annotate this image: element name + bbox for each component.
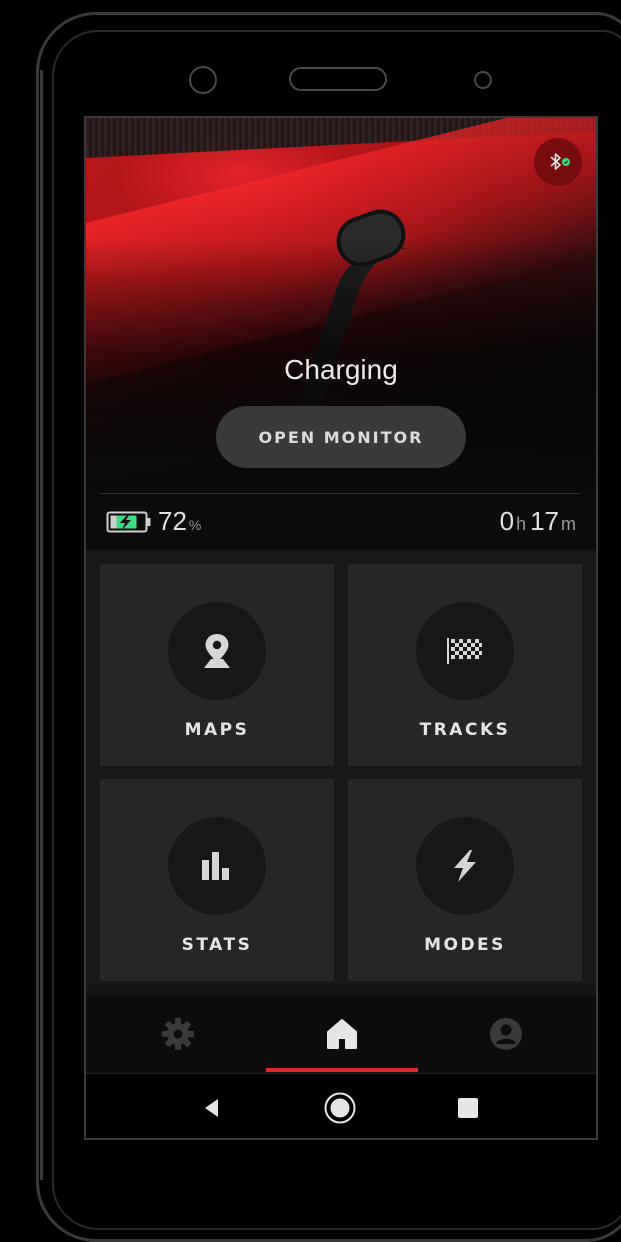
bar-chart-icon [202, 852, 229, 880]
tracks-icon-circle [416, 602, 514, 700]
tracks-tile[interactable]: TRACKS [348, 564, 582, 766]
checkered-flag-icon [447, 638, 482, 664]
modes-label: MODES [424, 935, 506, 955]
battery-percent-unit: % [188, 517, 202, 533]
nav-profile[interactable] [486, 1014, 526, 1054]
earpiece-speaker [289, 67, 387, 91]
system-back-button[interactable] [194, 1090, 230, 1126]
gear-icon [162, 1018, 194, 1050]
modes-tile[interactable]: MODES [348, 779, 582, 981]
stats-icon-circle [168, 817, 266, 915]
proximity-sensor [474, 71, 492, 89]
time-minutes-value: 17 [530, 506, 559, 536]
stats-label: STATS [181, 935, 253, 955]
map-pin-icon [204, 634, 230, 668]
maps-label: MAPS [184, 720, 250, 740]
nav-home[interactable] [322, 1014, 362, 1054]
maps-tile[interactable]: MAPS [100, 564, 334, 766]
app-screen: Charging OPEN MONITOR 72% 0 h 17 m MAPS … [84, 116, 598, 1140]
battery-status-row: 72% 0 h 17 m [86, 498, 596, 550]
bluetooth-status-badge[interactable] [534, 138, 582, 186]
home-icon [327, 1019, 357, 1049]
battery-percentage: 72% [158, 506, 201, 537]
back-triangle-icon [205, 1099, 218, 1117]
stats-tile[interactable]: STATS [100, 779, 334, 981]
time-minutes-unit: m [561, 514, 576, 534]
charging-status-title: Charging [284, 354, 398, 385]
phone-side-rail [40, 70, 46, 1180]
nav-active-indicator [266, 1068, 418, 1072]
feature-grid: MAPS TRACKS STATS MODES [86, 550, 596, 990]
nav-settings[interactable] [158, 1014, 198, 1054]
lightning-icon [454, 850, 476, 882]
front-camera [189, 66, 217, 94]
recent-square-icon [458, 1098, 478, 1118]
profile-icon [490, 1018, 522, 1050]
system-recents-button[interactable] [450, 1090, 486, 1126]
time-hours-unit: h [516, 514, 527, 534]
hero-image: Charging OPEN MONITOR [86, 118, 596, 498]
maps-icon-circle [168, 602, 266, 700]
tracks-label: TRACKS [419, 720, 511, 740]
time-hours-value: 0 [499, 506, 515, 536]
battery-charging-icon [106, 511, 151, 533]
modes-icon-circle [416, 817, 514, 915]
battery-percent-value: 72 [158, 506, 187, 536]
open-monitor-button[interactable]: OPEN MONITOR [216, 406, 466, 468]
bottom-navigation [86, 996, 596, 1072]
home-circle-icon [324, 1092, 356, 1124]
charge-time-remaining: 0 h 17 m [500, 506, 580, 537]
system-navigation-bar [86, 1073, 596, 1138]
bluetooth-connected-icon [550, 153, 570, 170]
hero-divider [100, 493, 580, 494]
system-home-button[interactable] [322, 1090, 358, 1126]
